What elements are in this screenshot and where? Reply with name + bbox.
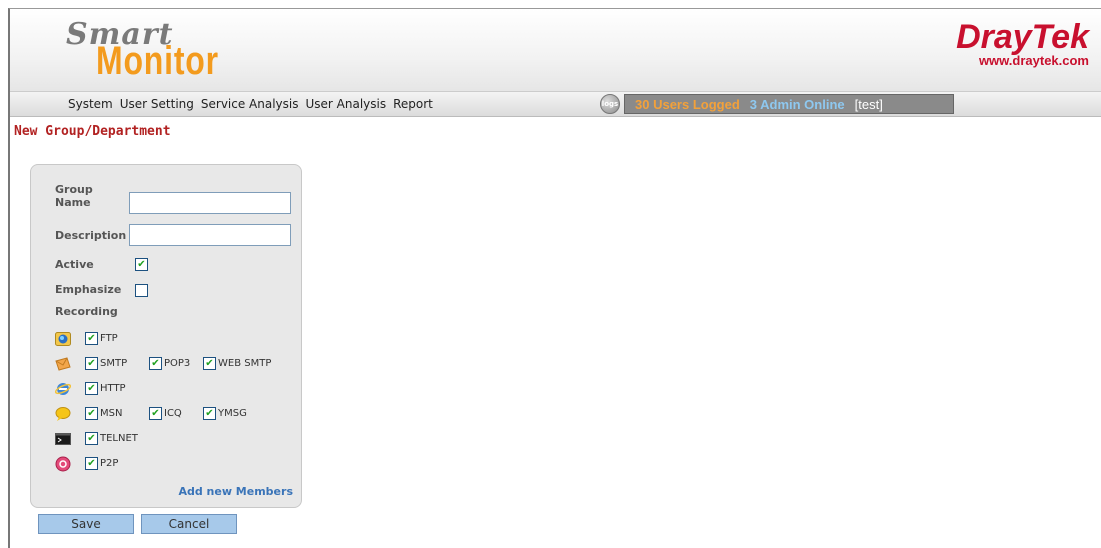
nav-report[interactable]: Report: [393, 97, 433, 111]
emphasize-checkbox[interactable]: [135, 284, 148, 297]
nav-service-analysis[interactable]: Service Analysis: [201, 97, 299, 111]
msn-checkbox[interactable]: ✔: [85, 407, 98, 420]
logo-monitor: Monitor: [96, 39, 219, 83]
smtp-label: SMTP: [100, 358, 128, 369]
p2p-icon: [55, 456, 71, 472]
nav-bar: System User Setting Service Analysis Use…: [10, 91, 1101, 117]
telnet-label: TELNET: [100, 433, 138, 444]
chat-icon: [55, 407, 71, 421]
logs-icon[interactable]: logs: [600, 94, 620, 114]
icq-checkbox[interactable]: ✔: [149, 407, 162, 420]
ymsg-label: YMSG: [218, 408, 247, 419]
icq-label: ICQ: [164, 408, 182, 419]
p2p-checkbox[interactable]: ✔: [85, 457, 98, 470]
ftp-label: FTP: [100, 333, 118, 344]
group-name-label-line2: Name: [55, 196, 91, 209]
page-title: New Group/Department: [14, 124, 171, 139]
add-new-members-link[interactable]: Add new Members: [178, 485, 293, 498]
admin-online[interactable]: 3 Admin Online: [750, 97, 845, 112]
brand-name: DrayTek: [956, 18, 1089, 56]
save-button[interactable]: Save: [38, 514, 134, 534]
nav-system[interactable]: System: [68, 97, 113, 111]
p2p-label: P2P: [100, 458, 119, 469]
smtp-checkbox[interactable]: ✔: [85, 357, 98, 370]
msn-label: MSN: [100, 408, 123, 419]
nav-user-analysis[interactable]: User Analysis: [306, 97, 387, 111]
ftp-checkbox[interactable]: ✔: [85, 332, 98, 345]
pop3-checkbox[interactable]: ✔: [149, 357, 162, 370]
current-user: [test]: [854, 96, 883, 112]
telnet-checkbox[interactable]: ✔: [85, 432, 98, 445]
pop3-label: POP3: [164, 358, 191, 369]
cancel-button[interactable]: Cancel: [141, 514, 237, 534]
active-checkbox[interactable]: ✔: [135, 258, 148, 271]
http-label: HTTP: [100, 383, 126, 394]
emphasize-label: Emphasize: [55, 283, 122, 296]
group-name-input[interactable]: [129, 192, 291, 214]
status-area: logs 30 Users Logged 3 Admin Online [tes…: [600, 93, 954, 115]
web-smtp-label: WEB SMTP: [218, 358, 272, 369]
header: Smart Monitor DrayTek www.draytek.com: [10, 9, 1101, 91]
users-logged[interactable]: 30 Users Logged: [635, 97, 740, 112]
recording-label: Recording: [55, 305, 118, 318]
main-nav: System User Setting Service Analysis Use…: [68, 97, 433, 111]
group-form-panel: Group Name Description Active ✔ Emphasiz…: [30, 164, 302, 508]
brand-logo: DrayTek www.draytek.com: [956, 19, 1089, 68]
status-bar: 30 Users Logged 3 Admin Online [test]: [624, 94, 954, 114]
ftp-icon: [55, 332, 71, 346]
ymsg-checkbox[interactable]: ✔: [203, 407, 216, 420]
description-label: Description: [55, 229, 127, 242]
ie-browser-icon: [55, 383, 71, 395]
nav-user-setting[interactable]: User Setting: [120, 97, 194, 111]
terminal-icon: [55, 433, 71, 445]
active-label: Active: [55, 258, 94, 271]
description-input[interactable]: [129, 224, 291, 246]
web-smtp-checkbox[interactable]: ✔: [203, 357, 216, 370]
http-checkbox[interactable]: ✔: [85, 382, 98, 395]
mail-icon: [55, 357, 71, 371]
group-name-label-line1: Group: [55, 183, 93, 196]
